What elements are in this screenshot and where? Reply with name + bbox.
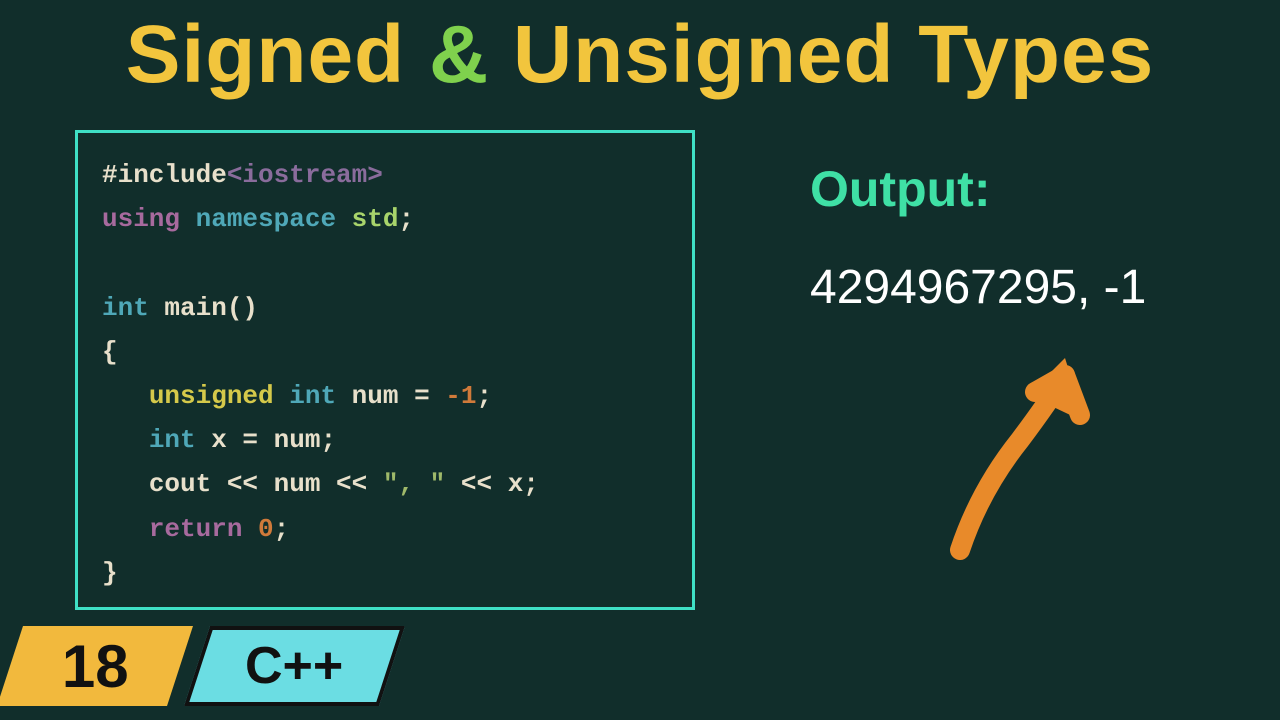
language-label: C++ <box>245 636 343 696</box>
code-line <box>102 241 668 285</box>
output-label: Output: <box>810 160 990 218</box>
code-line: int x = num; <box>102 418 668 462</box>
code-line: { <box>102 330 668 374</box>
code-line: unsigned int num = -1; <box>102 374 668 418</box>
code-line: } <box>102 551 668 595</box>
code-line: int main() <box>102 286 668 330</box>
title-left: Signed <box>126 9 429 100</box>
code-line: #include<iostream> <box>102 153 668 197</box>
language-badge: C++ <box>184 626 405 706</box>
lesson-number: 18 <box>62 632 129 701</box>
code-snippet: #include<iostream> using namespace std; … <box>75 130 695 610</box>
title-right: Unsigned Types <box>489 9 1154 100</box>
code-line: cout << num << ", " << x; <box>102 462 668 506</box>
code-line: using namespace std; <box>102 197 668 241</box>
code-line: return 0; <box>102 507 668 551</box>
title-ampersand: & <box>429 9 489 100</box>
lesson-number-badge: 18 <box>0 626 193 706</box>
output-value: 4294967295, -1 <box>810 260 1146 315</box>
arrow-icon <box>920 330 1120 560</box>
page-title: Signed & Unsigned Types <box>0 0 1280 102</box>
